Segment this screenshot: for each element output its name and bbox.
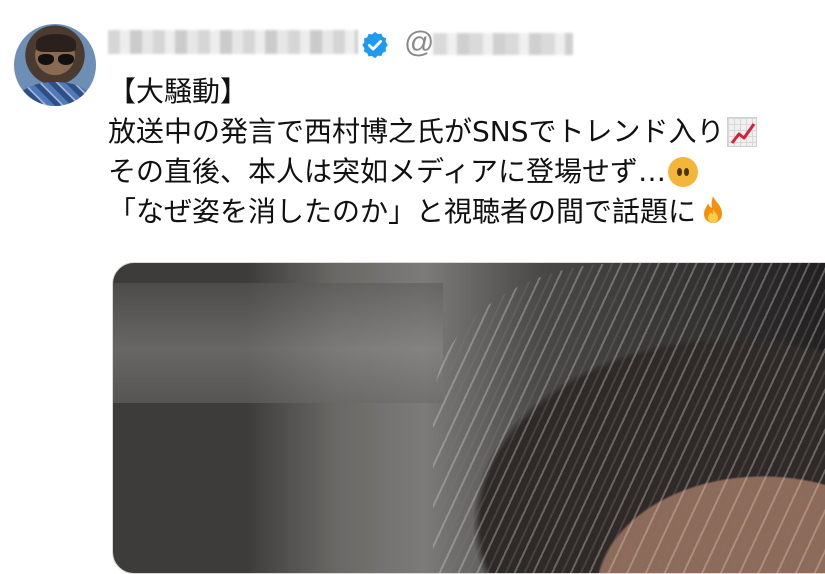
tweet-line-text: 【大騒動】 [108, 75, 249, 108]
tweet-line: 【大騒動】 [108, 72, 820, 112]
profile-avatar[interactable] [14, 24, 96, 106]
avatar-sunglasses [38, 54, 74, 65]
tweet-line-text: 「なぜ姿を消したのか」と視聴者の間で話題に [108, 195, 697, 228]
tweet-line-text: その直後、本人は突如メディアに登場せず… [108, 155, 667, 188]
tweet-text: 【大騒動】 放送中の発言で西村博之氏がSNSでトレンド入り その直後、本人は突如… [108, 72, 820, 232]
tweet-line: 放送中の発言で西村博之氏がSNSでトレンド入り [108, 112, 820, 152]
tweet-media-image[interactable] [112, 262, 825, 574]
tweet-line-text: 放送中の発言で西村博之氏がSNSでトレンド入り [108, 115, 725, 148]
no-mouth-face-icon [668, 157, 699, 187]
fire-icon [698, 196, 728, 227]
chart-increasing-icon [726, 117, 757, 147]
tweet-line: 「なぜ姿を消したのか」と視聴者の間で話題に [108, 192, 820, 232]
avatar-hair [36, 34, 76, 52]
tweet-line: その直後、本人は突如メディアに登場せず… [108, 152, 820, 192]
display-name-blurred[interactable] [108, 30, 358, 54]
verified-badge-icon [362, 31, 388, 59]
media-hair [433, 263, 825, 573]
media-background [113, 283, 443, 403]
handle-blurred[interactable] [433, 33, 573, 55]
handle-prefix[interactable]: @ [404, 26, 434, 60]
avatar-shirt [20, 82, 90, 106]
